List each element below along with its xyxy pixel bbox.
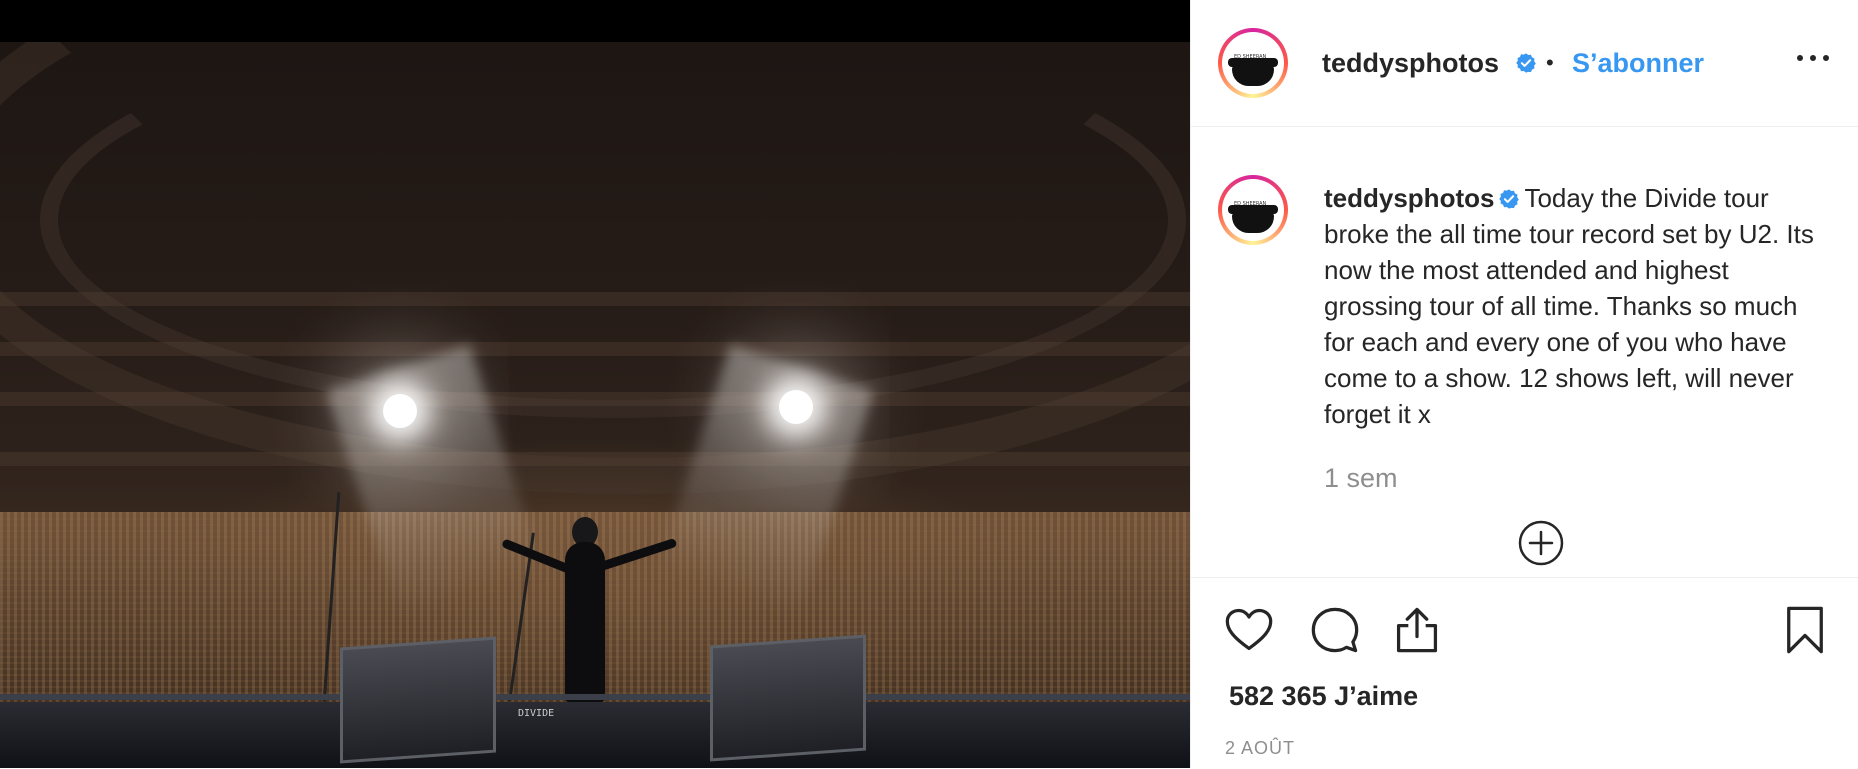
heart-icon[interactable] <box>1223 604 1275 656</box>
post-date[interactable]: 2 AOÛT <box>1225 738 1295 759</box>
post-caption: teddysphotos Today the Divide tour broke… <box>1324 180 1824 432</box>
header-separator: • <box>1546 50 1554 75</box>
stadium-tier <box>0 392 1190 406</box>
post-photo[interactable]: DIVIDE <box>0 0 1190 768</box>
stage-edge <box>0 694 1190 700</box>
comment-icon[interactable] <box>1309 604 1361 656</box>
more-options-icon[interactable] <box>1797 52 1831 64</box>
stage-monitor-left <box>340 636 496 764</box>
follow-button[interactable]: S’abonner <box>1572 48 1704 79</box>
like-count[interactable]: 582 365 J’aime <box>1229 681 1418 712</box>
post-sidebar: ED SHEERAN teddysphotos • S’abonner ED S… <box>1190 0 1858 768</box>
load-more-comments-icon[interactable] <box>1518 520 1564 566</box>
spotlight-left <box>383 394 417 428</box>
avatar-image: ED SHEERAN <box>1226 36 1280 90</box>
caption-username[interactable]: teddysphotos <box>1324 183 1494 213</box>
concert-image: DIVIDE <box>0 42 1190 768</box>
post-actions: 582 365 J’aime 2 AOÛT <box>1191 577 1858 769</box>
spotlight-right <box>779 390 813 424</box>
bookmark-icon[interactable] <box>1779 604 1831 656</box>
author-username[interactable]: teddysphotos <box>1322 48 1499 79</box>
stadium-tier <box>0 292 1190 306</box>
avatar-image: ED SHEERAN <box>1226 183 1280 237</box>
caption-timestamp[interactable]: 1 sem <box>1324 463 1398 494</box>
stadium-tier <box>0 342 1190 356</box>
author-avatar[interactable]: ED SHEERAN <box>1218 28 1288 98</box>
performer <box>565 542 605 702</box>
stage-monitor-right <box>710 634 866 762</box>
verified-badge-icon <box>1516 53 1536 73</box>
caption-text: Today the Divide tour broke the all time… <box>1324 183 1814 429</box>
share-icon[interactable] <box>1391 604 1443 656</box>
verified-badge-icon <box>1499 189 1520 209</box>
stage: DIVIDE <box>0 702 1190 768</box>
equipment-label: DIVIDE <box>518 708 555 719</box>
caption-avatar[interactable]: ED SHEERAN <box>1218 175 1288 245</box>
post-header: ED SHEERAN teddysphotos • S’abonner <box>1191 0 1858 127</box>
stadium-tier <box>0 452 1190 466</box>
